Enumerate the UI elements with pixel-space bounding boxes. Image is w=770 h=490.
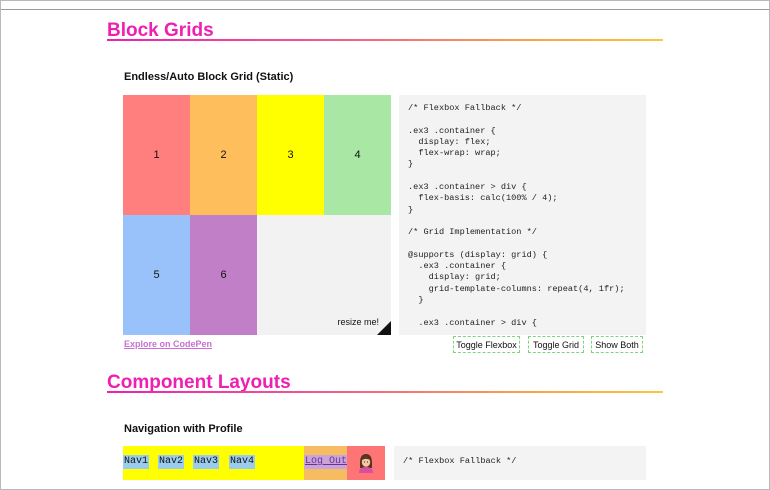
code-panel[interactable]: /* Flexbox Fallback */ bbox=[394, 446, 646, 480]
grid-cell-label: 1 bbox=[153, 149, 160, 161]
explore-codepen-link[interactable]: Explore on CodePen bbox=[124, 339, 212, 349]
block-grid-demo[interactable]: 1 2 3 4 5 6 resize me! bbox=[123, 95, 391, 335]
resize-handle-icon[interactable] bbox=[377, 321, 391, 335]
grid-cell: 6 bbox=[190, 215, 257, 335]
demo-title: Endless/Auto Block Grid (Static) bbox=[124, 71, 294, 83]
avatar[interactable] bbox=[347, 446, 385, 480]
top-divider bbox=[1, 9, 769, 10]
grid-cell-label: 2 bbox=[220, 149, 227, 161]
section-rule bbox=[107, 39, 663, 41]
nav-item[interactable]: Nav3 bbox=[193, 455, 220, 469]
logout-link[interactable]: Log Out bbox=[304, 455, 349, 469]
grid-cell: 5 bbox=[123, 215, 190, 335]
code-block: /* Flexbox Fallback */ .ex3 .container {… bbox=[408, 103, 625, 328]
toggle-flexbox-button[interactable]: Toggle Flexbox bbox=[453, 336, 520, 353]
nav-item[interactable]: Nav1 bbox=[123, 455, 150, 469]
toggle-grid-button[interactable]: Toggle Grid bbox=[528, 336, 584, 353]
code-panel[interactable]: /* Flexbox Fallback */ .ex3 .container {… bbox=[399, 95, 646, 335]
grid-cell: 3 bbox=[257, 95, 324, 215]
navigation-demo: Nav1 Nav2 Nav3 Nav4 Log Out bbox=[123, 446, 385, 480]
section-rule bbox=[107, 391, 663, 393]
grid-cell: 2 bbox=[190, 95, 257, 215]
nav-item[interactable]: Nav2 bbox=[158, 455, 185, 469]
grid-cell-label: 5 bbox=[153, 269, 160, 281]
demo-title: Navigation with Profile bbox=[124, 423, 243, 435]
nav-item[interactable]: Nav4 bbox=[229, 455, 256, 469]
grid-cell: 4 bbox=[324, 95, 391, 215]
code-block: /* Flexbox Fallback */ bbox=[403, 456, 517, 466]
show-both-button[interactable]: Show Both bbox=[591, 336, 643, 353]
grid-cell-label: 6 bbox=[220, 269, 227, 281]
grid-cell-label: 4 bbox=[354, 149, 361, 161]
profile-avatar-icon bbox=[359, 454, 373, 473]
grid-cell-label: 3 bbox=[287, 149, 294, 161]
grid-cell: 1 bbox=[123, 95, 190, 215]
resize-label: resize me! bbox=[337, 317, 379, 327]
